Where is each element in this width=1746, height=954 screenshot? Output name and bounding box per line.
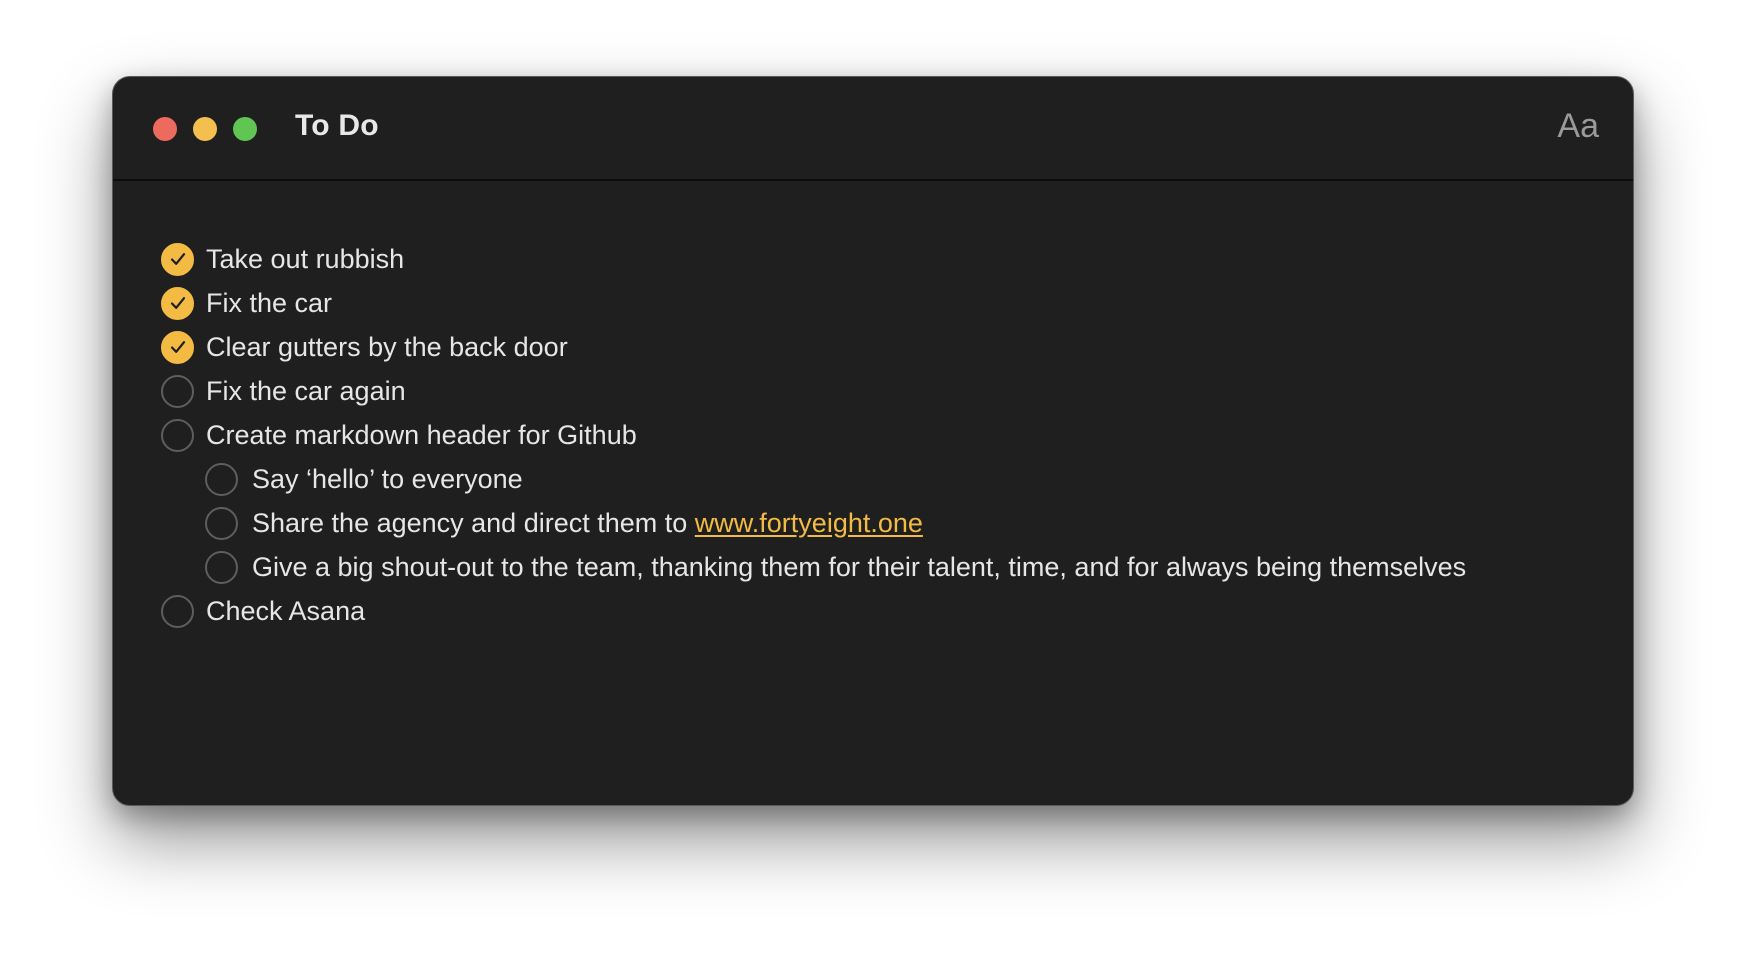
todo-link[interactable]: www.fortyeight.one: [695, 508, 923, 538]
todo-label: Give a big shout-out to the team, thanki…: [252, 552, 1466, 583]
todo-item[interactable]: Create markdown header for Github: [161, 413, 1466, 457]
todo-text: Clear gutters by the back door: [206, 331, 568, 362]
todo-text: Say ‘hello’ to everyone: [252, 463, 523, 494]
todo-item[interactable]: Share the agency and direct them to www.…: [161, 501, 1466, 545]
minimize-window-icon[interactable]: [193, 117, 217, 141]
todo-item[interactable]: Give a big shout-out to the team, thanki…: [161, 545, 1466, 589]
checkmark-icon: [170, 253, 185, 265]
unchecked-checkbox[interactable]: [161, 374, 194, 408]
todo-label: Check Asana: [206, 596, 365, 627]
unchecked-checkbox[interactable]: [205, 550, 238, 584]
todo-item[interactable]: Take out rubbish: [161, 237, 1466, 281]
window-title: To Do: [295, 109, 379, 142]
close-window-icon[interactable]: [153, 117, 177, 141]
todo-item[interactable]: Fix the car: [161, 281, 1466, 325]
font-settings-button[interactable]: Aa: [1557, 107, 1599, 146]
todo-text: Fix the car again: [206, 375, 406, 406]
todo-text: Fix the car: [206, 287, 333, 318]
todo-item[interactable]: Say ‘hello’ to everyone: [161, 457, 1466, 501]
checkmark-icon: [170, 341, 185, 353]
checkmark-icon: [170, 297, 185, 309]
todo-item[interactable]: Fix the car again: [161, 369, 1466, 413]
todo-item[interactable]: Check Asana: [161, 589, 1466, 633]
zoom-window-icon[interactable]: [233, 117, 257, 141]
todo-text: Create markdown header for Github: [206, 419, 637, 450]
todo-text: Give a big shout-out to the team, thanki…: [252, 551, 1467, 582]
todo-text: Take out rubbish: [206, 243, 405, 274]
todo-text: Check Asana: [206, 595, 366, 626]
unchecked-checkbox[interactable]: [205, 462, 238, 496]
todo-label: Take out rubbish: [206, 244, 404, 275]
unchecked-checkbox[interactable]: [161, 418, 194, 452]
todo-label: Share the agency and direct them to www.…: [252, 508, 923, 539]
todo-label: Create markdown header for Github: [206, 420, 637, 451]
todo-text: Share the agency and direct them to: [252, 507, 695, 538]
unchecked-checkbox[interactable]: [161, 594, 194, 628]
todo-item[interactable]: Clear gutters by the back door: [161, 325, 1466, 369]
todo-label: Fix the car: [206, 288, 332, 319]
unchecked-checkbox[interactable]: [205, 506, 238, 540]
todo-window: To Do Aa Take out rubbish Fix the car Clea…: [112, 76, 1634, 806]
title-bar: To Do Aa: [113, 77, 1633, 181]
checked-checkbox[interactable]: [161, 286, 194, 320]
todo-label: Fix the car again: [206, 376, 406, 407]
todo-label: Say ‘hello’ to everyone: [252, 464, 523, 495]
checked-checkbox[interactable]: [161, 330, 194, 364]
checked-checkbox[interactable]: [161, 242, 194, 276]
todo-label: Clear gutters by the back door: [206, 332, 568, 363]
todo-list: Take out rubbish Fix the car Clear gutters…: [161, 237, 1466, 633]
